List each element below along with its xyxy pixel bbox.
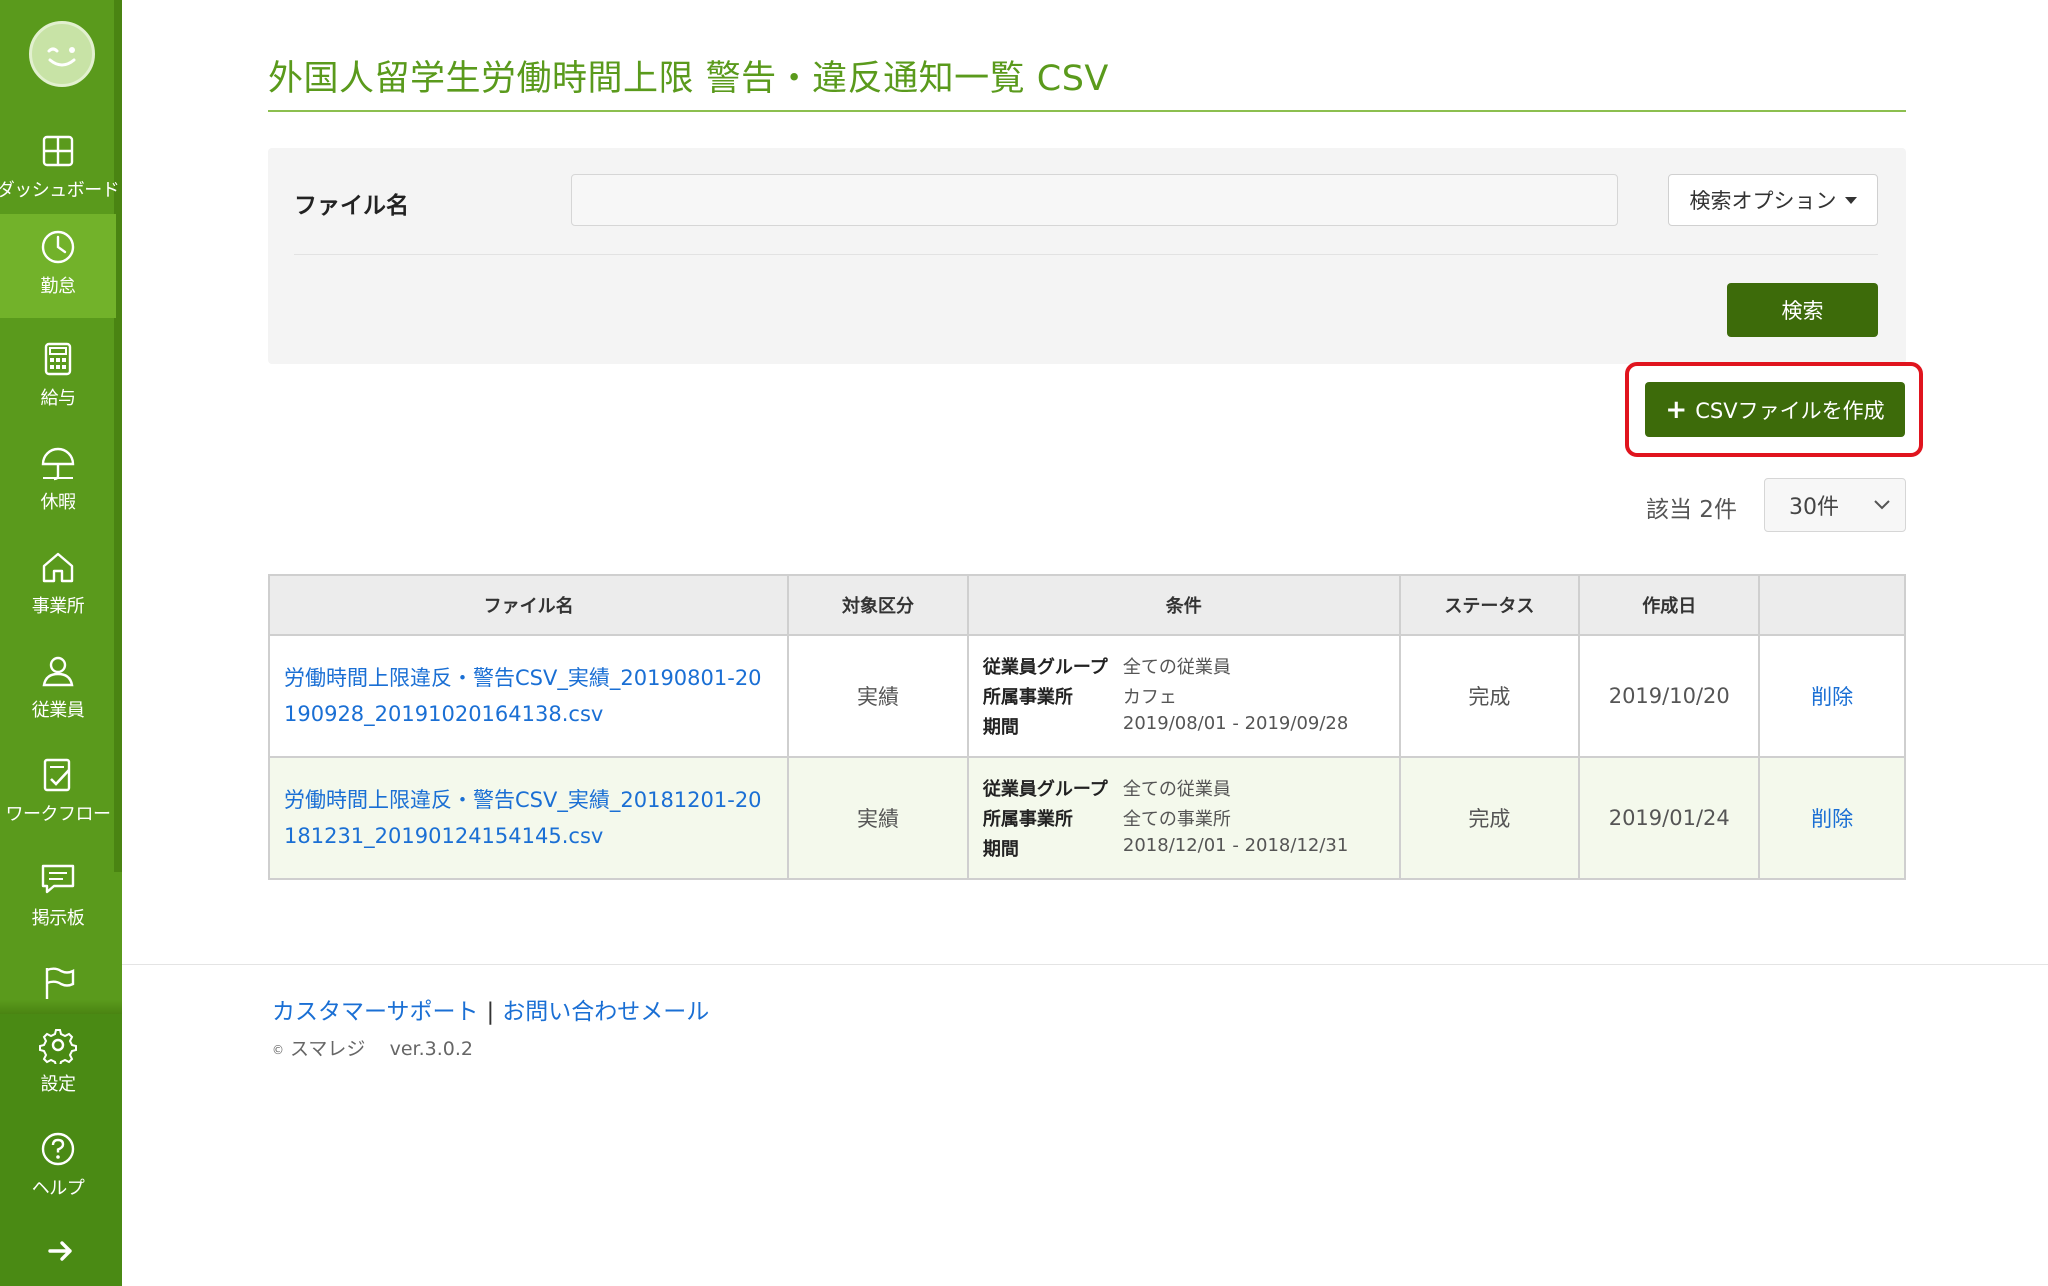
sidebar-item-label: 掲示板: [31, 908, 85, 929]
condition-value: 全ての従業員: [1122, 657, 1231, 678]
customer-support-link[interactable]: カスタマーサポート: [272, 999, 479, 1025]
condition-key: 従業員グループ: [982, 657, 1108, 678]
table-row: 労働時間上限違反・警告CSV_実績_20190801-20190928_2019…: [267, 634, 1906, 758]
condition-key: 所属事業所: [982, 687, 1073, 708]
search-panel-divider: [294, 254, 1878, 255]
search-panel: ファイル名 検索オプション 検索: [268, 148, 1906, 364]
sidebar-item-label: 設定: [40, 1074, 77, 1095]
sidebar-item-office[interactable]: 事業所: [0, 534, 116, 638]
sidebar-item-label: 従業員: [31, 700, 85, 721]
column-header-status: ステータス: [1398, 574, 1581, 636]
conditions-cell: 従業員グループ 全ての従業員 所属事業所 全ての事業所 期間 2018/12/01 -…: [966, 756, 1401, 880]
per-page-value: 30件: [1789, 495, 1839, 520]
sidebar-item-help[interactable]: ヘルプ: [0, 1116, 116, 1220]
message-icon: [41, 864, 75, 894]
sidebar-item-payroll[interactable]: 給与: [0, 326, 116, 430]
calculator-icon: [44, 342, 72, 376]
column-header-created: 作成日: [1578, 574, 1761, 636]
condition-value: 全ての従業員: [1122, 779, 1231, 800]
sidebar-item-workflow[interactable]: ワークフロー: [0, 742, 116, 846]
copyright-symbol: ©: [272, 1042, 284, 1057]
action-cell: 削除: [1758, 634, 1906, 758]
search-button[interactable]: 検索: [1727, 283, 1878, 337]
footer-links: カスタマーサポート | お問い合わせメール: [272, 992, 709, 1026]
sidebar-item-label: ワークフロー: [5, 804, 112, 825]
home-icon: [42, 552, 74, 583]
sidebar-item-label: ヘルプ: [31, 1178, 85, 1199]
gear-icon: [39, 1029, 77, 1064]
condition-value: カフェ: [1122, 687, 1177, 708]
title-divider: [268, 110, 1906, 112]
status-cell: 完成: [1398, 756, 1581, 880]
column-header-category: 対象区分: [787, 574, 969, 636]
file-download-link[interactable]: 労働時間上限違反・警告CSV_実績_20190801-20190928_2019…: [284, 666, 762, 726]
footer-divider: [122, 964, 2048, 965]
sidebar-item-label: 休暇: [40, 492, 77, 513]
file-name-search-input[interactable]: [571, 174, 1618, 226]
dashboard-icon: [42, 135, 74, 167]
condition-key: 期間: [982, 839, 1019, 860]
search-label: ファイル名: [294, 193, 409, 219]
result-count: 該当 2件: [1646, 497, 1737, 523]
status-cell: 完成: [1398, 634, 1581, 758]
flag-icon: [45, 967, 75, 999]
condition-key: 所属事業所: [982, 809, 1073, 830]
table-header-row: ファイル名 対象区分 条件 ステータス 作成日: [267, 574, 1906, 636]
sidebar-item-board[interactable]: 掲示板: [0, 846, 116, 950]
created-date-cell: 2019/01/24: [1578, 756, 1761, 880]
condition-value: 2019/08/01 - 2019/09/28: [1122, 713, 1349, 734]
delete-link[interactable]: 削除: [1811, 807, 1853, 831]
condition-key: 従業員グループ: [982, 779, 1108, 800]
per-page-select[interactable]: 30件: [1764, 478, 1906, 532]
checklist-icon: [43, 758, 71, 792]
delete-link[interactable]: 削除: [1811, 685, 1853, 709]
arrow-right-icon[interactable]: [46, 1236, 76, 1266]
help-icon: [41, 1132, 75, 1166]
create-csv-button[interactable]: + CSVファイルを作成: [1645, 382, 1905, 437]
csv-file-table: ファイル名 対象区分 条件 ステータス 作成日 労働時間上限違反・警告CSV_実…: [267, 574, 1906, 880]
logo-smiley-icon[interactable]: [29, 21, 95, 87]
sidebar-item-label: ダッシュボード: [0, 180, 120, 201]
copyright: © スマレジ ver.3.0.2: [272, 1034, 473, 1061]
sidebar: ダッシュボード 勤怠 給与 休暇 事業所 従業員 ワークフロー 掲示板 設定 ヘ…: [0, 0, 122, 1286]
version-text: ver.3.0.2: [389, 1038, 473, 1060]
footer-separator: |: [486, 999, 495, 1025]
action-cell: 削除: [1758, 756, 1906, 880]
condition-value: 全ての事業所: [1122, 809, 1231, 830]
umbrella-icon: [41, 447, 75, 481]
conditions-cell: 従業員グループ 全ての従業員 所属事業所 カフェ 期間 2019/08/01 - 20…: [966, 634, 1401, 758]
column-header-actions: [1758, 574, 1906, 636]
clock-icon: [41, 230, 75, 264]
sidebar-item-label: 給与: [40, 388, 77, 409]
category-cell: 実績: [787, 634, 969, 758]
file-name-cell: 労働時間上限違反・警告CSV_実績_20190801-20190928_2019…: [267, 634, 790, 758]
search-options-label: 検索オプション: [1689, 189, 1837, 213]
category-cell: 実績: [787, 756, 969, 880]
file-name-cell: 労働時間上限違反・警告CSV_実績_20181201-20181231_2019…: [267, 756, 790, 880]
sidebar-item-dashboard[interactable]: ダッシュボード: [0, 118, 120, 222]
caret-down-icon: [1844, 196, 1857, 204]
sidebar-item-label: 勤怠: [40, 276, 77, 297]
create-csv-label: CSVファイルを作成: [1695, 398, 1885, 423]
sidebar-item-settings[interactable]: 設定: [0, 1012, 116, 1116]
company-name: スマレジ: [290, 1038, 366, 1060]
table-row: 労働時間上限違反・警告CSV_実績_20181201-20181231_2019…: [267, 756, 1906, 880]
plus-icon: +: [1665, 394, 1688, 425]
file-download-link[interactable]: 労働時間上限違反・警告CSV_実績_20181201-20181231_2019…: [284, 788, 762, 848]
condition-value: 2018/12/01 - 2018/12/31: [1122, 835, 1349, 856]
column-header-file-name: ファイル名: [267, 574, 790, 636]
sidebar-item-attendance[interactable]: 勤怠: [0, 214, 116, 318]
person-icon: [42, 656, 74, 687]
page-title: 外国人留学生労働時間上限 警告・違反通知一覧 CSV: [268, 59, 1109, 99]
column-header-conditions: 条件: [966, 574, 1401, 636]
sidebar-item-employees[interactable]: 従業員: [0, 638, 116, 742]
sidebar-item-leave[interactable]: 休暇: [0, 430, 116, 534]
created-date-cell: 2019/10/20: [1578, 634, 1761, 758]
search-options-dropdown[interactable]: 検索オプション: [1668, 174, 1878, 226]
condition-key: 期間: [982, 717, 1019, 738]
sidebar-item-label: 事業所: [31, 596, 85, 617]
contact-mail-link[interactable]: お問い合わせメール: [502, 999, 709, 1025]
chevron-down-icon: [1874, 500, 1890, 510]
